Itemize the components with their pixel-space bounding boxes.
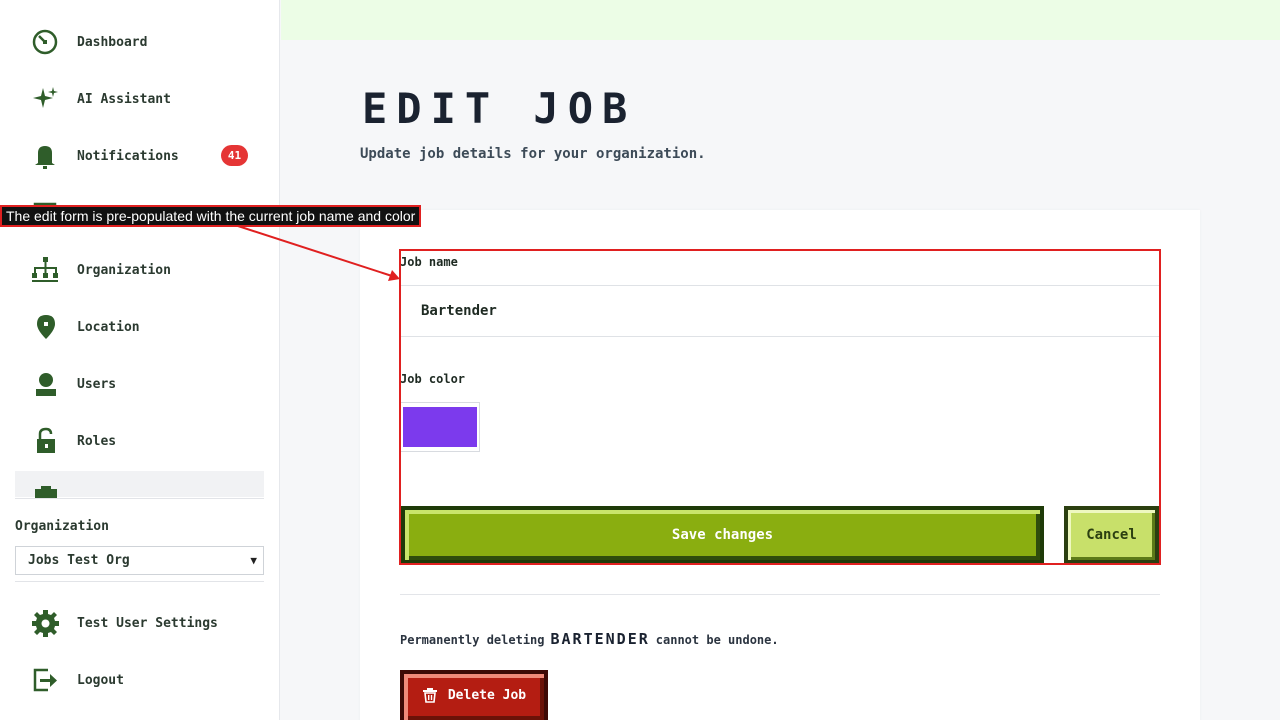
gear-icon <box>30 608 62 638</box>
job-name-input[interactable]: Bartender <box>400 285 1160 337</box>
dashboard-icon <box>30 27 62 57</box>
sidebar-item-jobs-active[interactable] <box>15 471 264 498</box>
job-color-picker[interactable] <box>400 402 480 452</box>
delete-warning-job-name: BARTENDER <box>550 630 650 648</box>
job-color-label: Job color <box>400 372 466 386</box>
sidebar-item-label: Test User Settings <box>77 615 218 631</box>
sidebar-item-dashboard[interactable]: Dashboard <box>30 27 260 57</box>
trash-icon <box>422 688 437 703</box>
sidebar-item-label: AI Assistant <box>77 91 171 107</box>
job-name-value: Bartender <box>421 303 497 319</box>
briefcase-icon <box>35 486 57 498</box>
organization-select[interactable]: Jobs Test Org ▼ <box>15 546 264 575</box>
delete-job-label: Delete Job <box>447 687 527 703</box>
logout-icon <box>30 665 62 695</box>
sidebar-item-label: Users <box>77 376 117 392</box>
sparkle-icon <box>30 84 62 114</box>
delete-job-button[interactable]: Delete Job <box>400 670 548 720</box>
sidebar-item-users[interactable]: Users <box>30 369 260 399</box>
sidebar-item-label: Logout <box>77 672 124 688</box>
sidebar-item-ai-assistant[interactable]: AI Assistant <box>30 84 260 114</box>
sidebar: Dashboard AI Assistant Notifications 41 … <box>0 0 280 720</box>
sidebar-divider <box>15 498 264 499</box>
sidebar-item-label: Organization <box>77 262 171 278</box>
notification-count-badge: 41 <box>221 145 248 166</box>
delete-warning-suffix: cannot be undone. <box>655 633 779 647</box>
sidebar-item-label: Location <box>77 319 140 335</box>
chevron-down-icon: ▼ <box>250 554 257 567</box>
sidebar-item-logout[interactable]: Logout <box>30 665 260 695</box>
save-changes-button[interactable]: Save changes <box>401 506 1044 564</box>
job-color-swatch <box>403 407 477 447</box>
sidebar-item-location[interactable]: Location <box>30 312 260 342</box>
lock-icon <box>30 426 62 456</box>
sidebar-item-label: Dashboard <box>77 34 148 50</box>
annotation-label: The edit form is pre-populated with the … <box>0 205 422 227</box>
section-divider <box>400 594 1160 595</box>
delete-warning-text: Permanently deleting BARTENDER cannot be… <box>400 630 779 648</box>
sidebar-item-notifications[interactable]: Notifications 41 <box>30 141 260 171</box>
user-icon <box>30 369 62 399</box>
sidebar-divider <box>15 581 264 582</box>
map-pin-icon <box>30 312 62 342</box>
job-name-label: Job name <box>400 255 458 269</box>
sidebar-item-label: Notifications <box>77 148 179 164</box>
bell-icon <box>30 141 62 171</box>
organization-select-value: Jobs Test Org <box>28 553 130 568</box>
sidebar-item-label: Roles <box>77 433 117 449</box>
top-banner <box>281 0 1280 40</box>
sidebar-item-roles[interactable]: Roles <box>30 426 260 456</box>
sidebar-item-organization[interactable]: Organization <box>30 255 260 285</box>
page-subtitle: Update job details for your organization… <box>360 146 706 162</box>
delete-warning-prefix: Permanently deleting <box>400 633 545 647</box>
organization-label: Organization <box>15 519 109 534</box>
org-chart-icon <box>30 255 62 285</box>
page-title: EDIT JOB <box>362 84 637 133</box>
sidebar-item-settings[interactable]: Test User Settings <box>30 608 260 638</box>
cancel-button[interactable]: Cancel <box>1064 506 1159 564</box>
